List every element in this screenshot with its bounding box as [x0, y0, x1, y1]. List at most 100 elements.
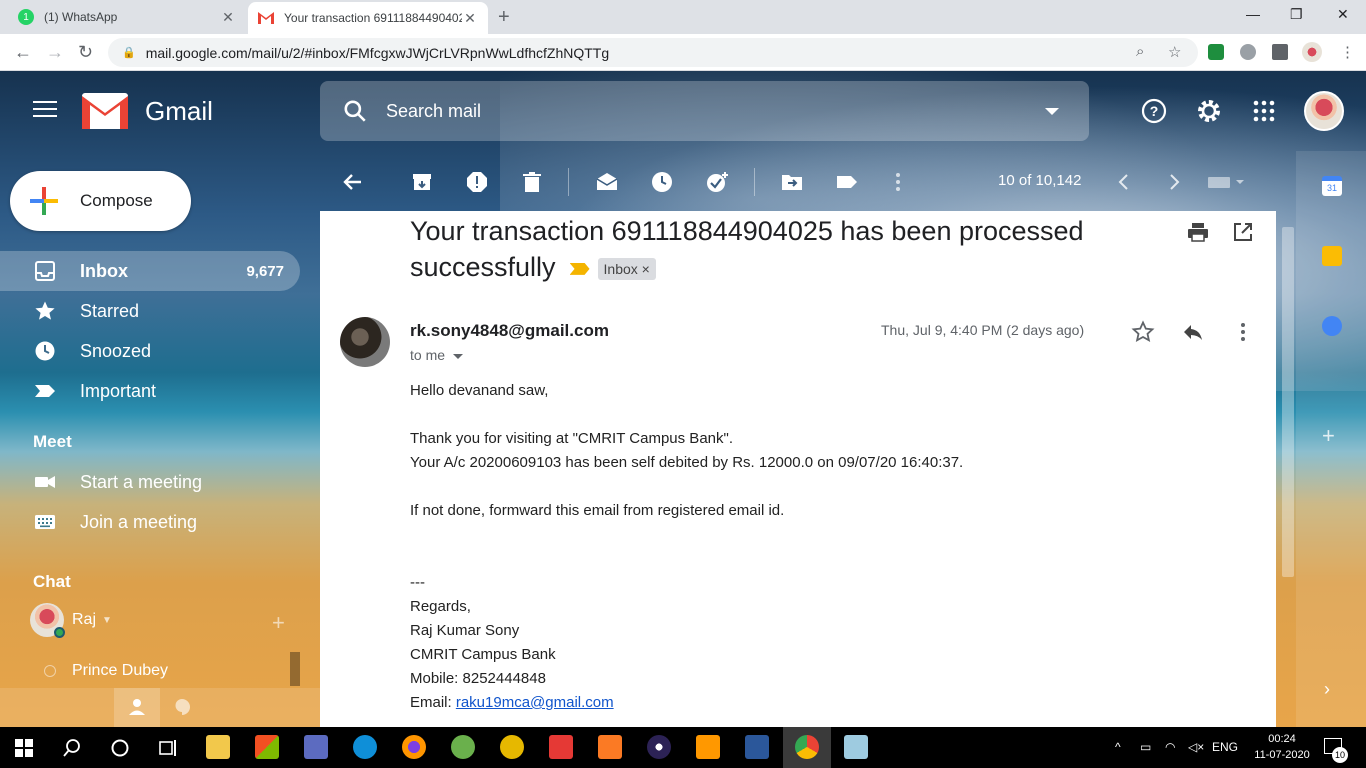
back-icon[interactable]: ← — [14, 42, 32, 63]
search-icon[interactable] — [342, 98, 368, 124]
search-input[interactable]: Search mail — [386, 101, 1045, 122]
chrome-icon[interactable] — [795, 735, 819, 759]
label-icon[interactable] — [835, 170, 859, 194]
extension-drive-icon[interactable] — [1240, 44, 1256, 60]
search-bar[interactable]: Search mail — [320, 81, 1089, 141]
windows-start-icon[interactable] — [15, 739, 33, 757]
recipient-line[interactable]: to me — [410, 347, 464, 363]
details-dropdown-icon[interactable] — [453, 353, 464, 359]
status-dropdown-icon[interactable]: ▼ — [102, 615, 112, 626]
tab-close-icon[interactable]: ✕ — [462, 10, 478, 27]
word-icon[interactable] — [745, 735, 769, 759]
show-side-panel-icon[interactable]: › — [1324, 679, 1330, 700]
browser-menu-icon[interactable]: ⋮ — [1340, 43, 1355, 61]
sublime-text-icon[interactable] — [696, 735, 720, 759]
tab-close-icon[interactable]: ✕ — [220, 9, 236, 26]
sender-email[interactable]: rk.sony4848@gmail.com — [410, 321, 609, 341]
message-scrollbar[interactable] — [1282, 227, 1294, 577]
extensions-puzzle-icon[interactable] — [1272, 44, 1288, 60]
zoom-icon[interactable]: ⌕ — [1136, 43, 1144, 60]
input-language[interactable]: ENG — [1212, 740, 1238, 754]
extension-classroom-icon[interactable] — [1208, 44, 1224, 60]
reload-icon[interactable]: ↻ — [78, 42, 93, 63]
notepad-icon[interactable] — [844, 735, 868, 759]
wifi-icon[interactable]: ◠ — [1165, 740, 1175, 754]
add-to-tasks-icon[interactable] — [705, 170, 729, 194]
sidebar-item-snoozed[interactable]: Snoozed — [0, 331, 300, 371]
keep-icon[interactable] — [1322, 246, 1342, 266]
message-panel: Your transaction 691118844904025 has bee… — [320, 211, 1276, 727]
tab-whatsapp[interactable]: 1 (1) WhatsApp ✕ — [8, 0, 246, 34]
spring-tool-icon[interactable] — [451, 735, 475, 759]
search-options-dropdown-icon[interactable] — [1045, 107, 1059, 115]
reply-icon[interactable] — [1181, 320, 1205, 344]
input-tools-icon[interactable] — [1206, 170, 1246, 194]
calendar-icon[interactable]: 31 — [1322, 176, 1342, 196]
open-in-new-window-icon[interactable] — [1232, 221, 1254, 243]
start-meeting-item[interactable]: Start a meeting — [0, 462, 300, 502]
apps-grid-icon[interactable] — [1250, 97, 1278, 125]
new-tab-icon[interactable]: + — [498, 6, 510, 29]
delete-icon[interactable] — [520, 170, 544, 194]
star-message-icon[interactable] — [1131, 320, 1155, 344]
store-icon[interactable] — [255, 735, 279, 759]
chat-contact-row[interactable]: Prince Dubey — [44, 662, 168, 680]
inbox-label-chip[interactable]: Inbox × — [597, 257, 656, 280]
join-meeting-item[interactable]: Join a meeting — [0, 502, 300, 542]
help-icon[interactable]: ? — [1140, 97, 1168, 125]
compose-button[interactable]: Compose — [10, 171, 191, 231]
sender-avatar[interactable] — [340, 317, 390, 367]
video-icon — [35, 476, 55, 488]
sidebar-item-starred[interactable]: Starred — [0, 291, 300, 331]
forward-icon[interactable]: → — [46, 42, 64, 63]
task-view-icon[interactable] — [158, 738, 178, 758]
file-explorer-icon[interactable] — [206, 735, 230, 759]
move-to-icon[interactable] — [780, 170, 804, 194]
tray-overflow-icon[interactable]: ^ — [1115, 740, 1121, 754]
gmail-logo-icon[interactable] — [82, 93, 128, 129]
sidebar-item-inbox[interactable]: Inbox 9,677 — [0, 251, 300, 291]
close-window-icon[interactable]: ✕ — [1337, 6, 1349, 23]
chat-self-row[interactable]: Raj ▼ — [30, 603, 112, 638]
tab-gmail[interactable]: Your transaction 691118844904025 ✕ — [248, 2, 488, 34]
eclipse-icon[interactable] — [647, 735, 671, 759]
tasks-icon[interactable] — [1322, 316, 1342, 336]
archive-icon[interactable] — [410, 170, 434, 194]
edge-icon[interactable] — [353, 735, 377, 759]
xampp-icon[interactable] — [598, 735, 622, 759]
battery-icon[interactable]: ▭ — [1140, 740, 1151, 754]
taskbar-clock[interactable]: 00:24 11-07-2020 — [1252, 731, 1312, 763]
bookmark-star-icon[interactable]: ☆ — [1168, 43, 1181, 61]
hangouts-icon[interactable] — [173, 698, 191, 716]
firefox-icon[interactable] — [402, 735, 426, 759]
snooze-icon[interactable] — [650, 170, 674, 194]
cortana-icon[interactable] — [110, 738, 130, 758]
print-icon[interactable] — [1187, 221, 1209, 243]
minimize-icon[interactable]: — — [1246, 6, 1260, 22]
address-bar[interactable]: 🔒 mail.google.com/mail/u/2/#inbox/FMfcgx… — [108, 38, 1198, 67]
main-menu-icon[interactable] — [33, 101, 57, 122]
eclipse-che-icon[interactable] — [500, 735, 524, 759]
restore-icon[interactable]: ❐ — [1290, 6, 1303, 23]
contacts-tab[interactable] — [114, 688, 160, 727]
chat-scrollbar[interactable] — [290, 652, 300, 686]
important-marker-icon[interactable] — [569, 262, 590, 275]
mark-unread-icon[interactable] — [595, 170, 619, 194]
profile-avatar[interactable] — [1302, 42, 1322, 62]
dev-cpp-icon[interactable] — [304, 735, 328, 759]
volume-muted-icon[interactable]: ◁× — [1188, 740, 1204, 754]
account-avatar[interactable] — [1304, 91, 1344, 131]
more-options-icon[interactable] — [886, 170, 910, 194]
get-addons-icon[interactable]: + — [1322, 423, 1335, 449]
sidebar-item-important[interactable]: Important — [0, 371, 300, 411]
report-spam-icon[interactable] — [465, 170, 489, 194]
add-chat-icon[interactable]: + — [272, 610, 285, 636]
taskbar-search-icon[interactable] — [62, 738, 82, 758]
anydesk-icon[interactable] — [549, 735, 573, 759]
message-more-icon[interactable] — [1231, 320, 1255, 344]
older-chevron-icon[interactable] — [1162, 170, 1186, 194]
back-to-inbox-icon[interactable] — [341, 170, 365, 194]
signature-email-link[interactable]: raku19mca@gmail.com — [456, 694, 614, 711]
settings-gear-icon[interactable] — [1195, 97, 1223, 125]
newer-chevron-icon[interactable] — [1112, 170, 1136, 194]
